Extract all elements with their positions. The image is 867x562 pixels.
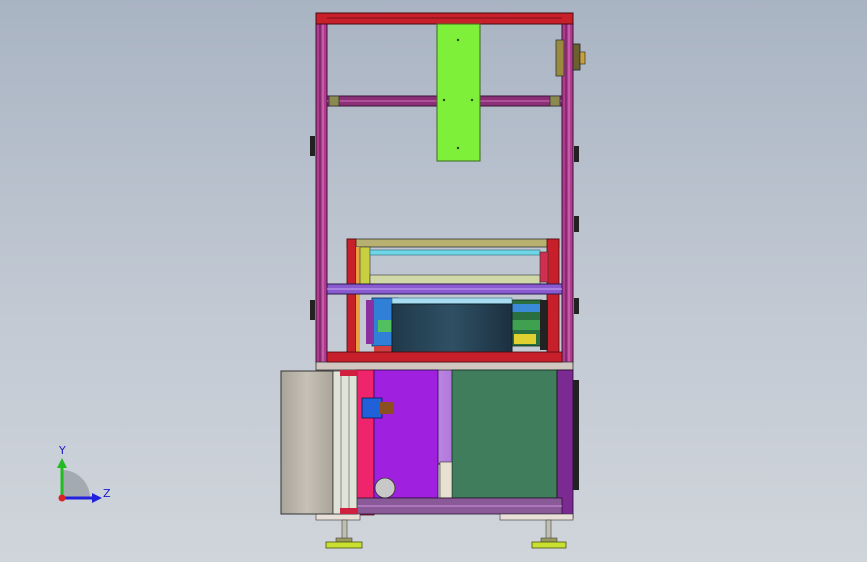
axis-triad: Y Z [57, 444, 111, 503]
base-port [374, 477, 396, 499]
side-clip [574, 216, 579, 232]
beam-bracket-right [549, 95, 561, 107]
side-clip [310, 136, 315, 156]
side-cover[interactable] [280, 370, 358, 515]
leveling-foot-right[interactable] [531, 519, 567, 549]
green-mount-plate[interactable] [436, 23, 481, 162]
side-clip [574, 298, 579, 314]
beam-bracket-left [328, 95, 340, 107]
roll-top-dark [391, 303, 513, 357]
triad-z-label: Z [103, 487, 111, 500]
leveling-foot-left[interactable] [325, 519, 363, 549]
side-clip [574, 146, 579, 162]
side-clip [310, 300, 315, 320]
left-upright[interactable] [315, 12, 328, 364]
cad-viewport[interactable]: Y Z [0, 0, 867, 562]
triad-y-label: Y [58, 444, 66, 457]
